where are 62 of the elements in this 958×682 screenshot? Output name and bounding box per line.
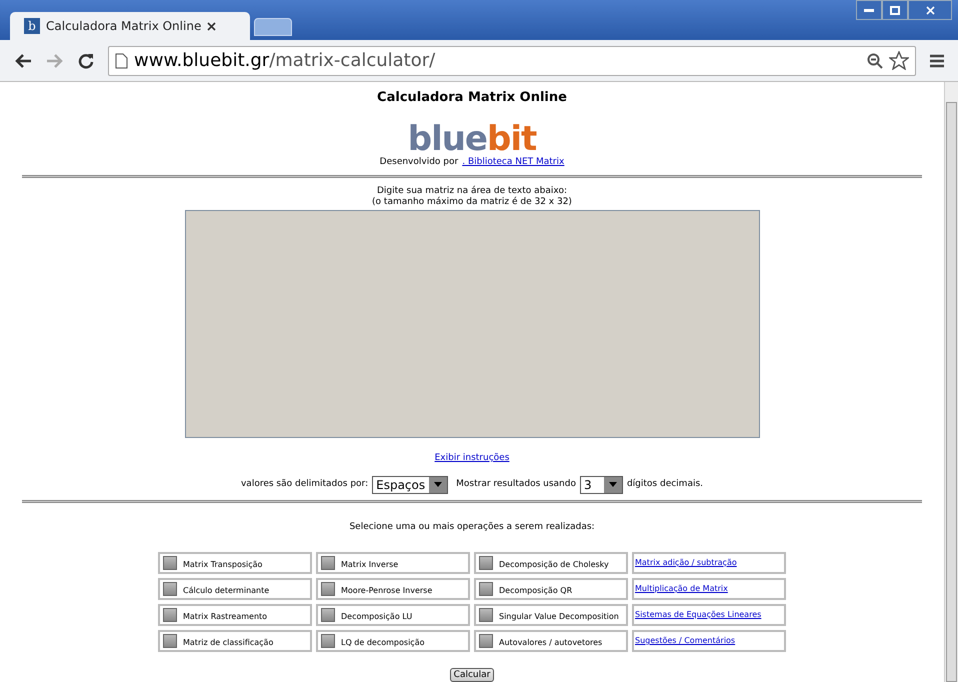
close-window-button[interactable] bbox=[908, 0, 952, 20]
instruction-text: (o tamanho máximo da matriz é de 32 x 32) bbox=[372, 196, 572, 208]
menu-icon[interactable] bbox=[930, 54, 944, 68]
checkbox[interactable] bbox=[321, 608, 335, 622]
operation-option[interactable]: Decomposição de Cholesky bbox=[474, 552, 628, 574]
maximize-button[interactable] bbox=[882, 0, 908, 20]
operation-option[interactable]: Matrix Inverse bbox=[316, 552, 470, 574]
operation-option[interactable]: Decomposição QR bbox=[474, 578, 628, 600]
reload-icon[interactable] bbox=[78, 52, 94, 68]
checkbox[interactable] bbox=[321, 556, 335, 570]
library-link[interactable]: . Biblioteca NET Matrix bbox=[462, 156, 564, 169]
close-icon bbox=[926, 6, 934, 14]
instruction-text: Digite sua matriz na área de texto abaixo: bbox=[376, 186, 567, 196]
dropdown-arrow-icon bbox=[434, 482, 442, 488]
zoom-icon[interactable] bbox=[867, 52, 883, 68]
close-icon[interactable] bbox=[207, 22, 216, 30]
developed-by-text: Desenvolvido por bbox=[380, 156, 458, 168]
checkbox[interactable] bbox=[163, 608, 177, 622]
checkbox[interactable] bbox=[479, 582, 493, 596]
checkbox[interactable] bbox=[479, 634, 493, 648]
operation-link[interactable]: Multiplicação de Matrix bbox=[632, 578, 786, 600]
operation-option[interactable]: Matriz de classificação bbox=[158, 630, 312, 652]
operation-option[interactable]: Autovalores / autovetores bbox=[474, 630, 628, 652]
operation-option[interactable]: Moore-Penrose Inverse bbox=[316, 578, 470, 600]
checkbox[interactable] bbox=[321, 634, 335, 648]
checkbox[interactable] bbox=[479, 556, 493, 570]
operation-option[interactable]: Singular Value Decomposition bbox=[474, 604, 628, 626]
matrix-input[interactable] bbox=[184, 210, 760, 438]
operation-option[interactable]: LQ de decomposição bbox=[316, 630, 470, 652]
address-bar[interactable]: www.bluebit.gr/matrix-calculator/ bbox=[108, 46, 916, 76]
digits-suffix: dígitos decimais. bbox=[626, 478, 704, 491]
browser-tab[interactable]: b Calculadora Matrix Online bbox=[10, 12, 250, 40]
tab-title: Calculadora Matrix Online bbox=[46, 18, 202, 35]
site-favicon: b bbox=[24, 18, 40, 34]
operation-option[interactable]: Matrix Transposição bbox=[158, 552, 312, 574]
bluebit-logo: bluebit bbox=[408, 124, 536, 154]
checkbox[interactable] bbox=[321, 582, 335, 596]
operation-option[interactable]: Cálculo determinante bbox=[158, 578, 312, 600]
operations-prompt: Selecione uma ou mais operações a serem realizadas: bbox=[349, 520, 595, 534]
delimiter-select[interactable]: Espaços bbox=[372, 476, 448, 494]
operation-option[interactable]: Matrix Rastreamento bbox=[158, 604, 312, 626]
show-instructions-link[interactable]: Exibir instruções bbox=[434, 452, 510, 466]
operation-link[interactable]: Sugestões / Comentários bbox=[632, 630, 786, 652]
star-icon[interactable] bbox=[889, 51, 909, 70]
page-icon bbox=[115, 52, 128, 68]
digits-select[interactable]: 3 bbox=[580, 476, 623, 494]
operation-link[interactable]: Matrix adição / subtração bbox=[632, 552, 786, 574]
checkbox[interactable] bbox=[163, 634, 177, 648]
checkbox[interactable] bbox=[163, 556, 177, 570]
operation-option[interactable]: Decomposição LU bbox=[316, 604, 470, 626]
back-icon[interactable] bbox=[14, 52, 32, 68]
delimiter-label: valores são delimitados por: bbox=[240, 478, 368, 491]
results-label: Mostrar resultados usando bbox=[456, 478, 576, 491]
dropdown-arrow-icon bbox=[608, 482, 617, 488]
checkbox[interactable] bbox=[479, 608, 493, 622]
operation-link[interactable]: Sistemas de Equações Lineares bbox=[632, 604, 786, 626]
url-text: www.bluebit.gr/matrix-calculator/ bbox=[134, 49, 436, 73]
page-title: Calculadora Matrix Online bbox=[377, 89, 567, 107]
calculate-button[interactable]: Calcular bbox=[450, 668, 494, 682]
scrollbar[interactable] bbox=[944, 82, 958, 682]
checkbox[interactable] bbox=[163, 582, 177, 596]
minimize-button[interactable] bbox=[856, 0, 882, 20]
